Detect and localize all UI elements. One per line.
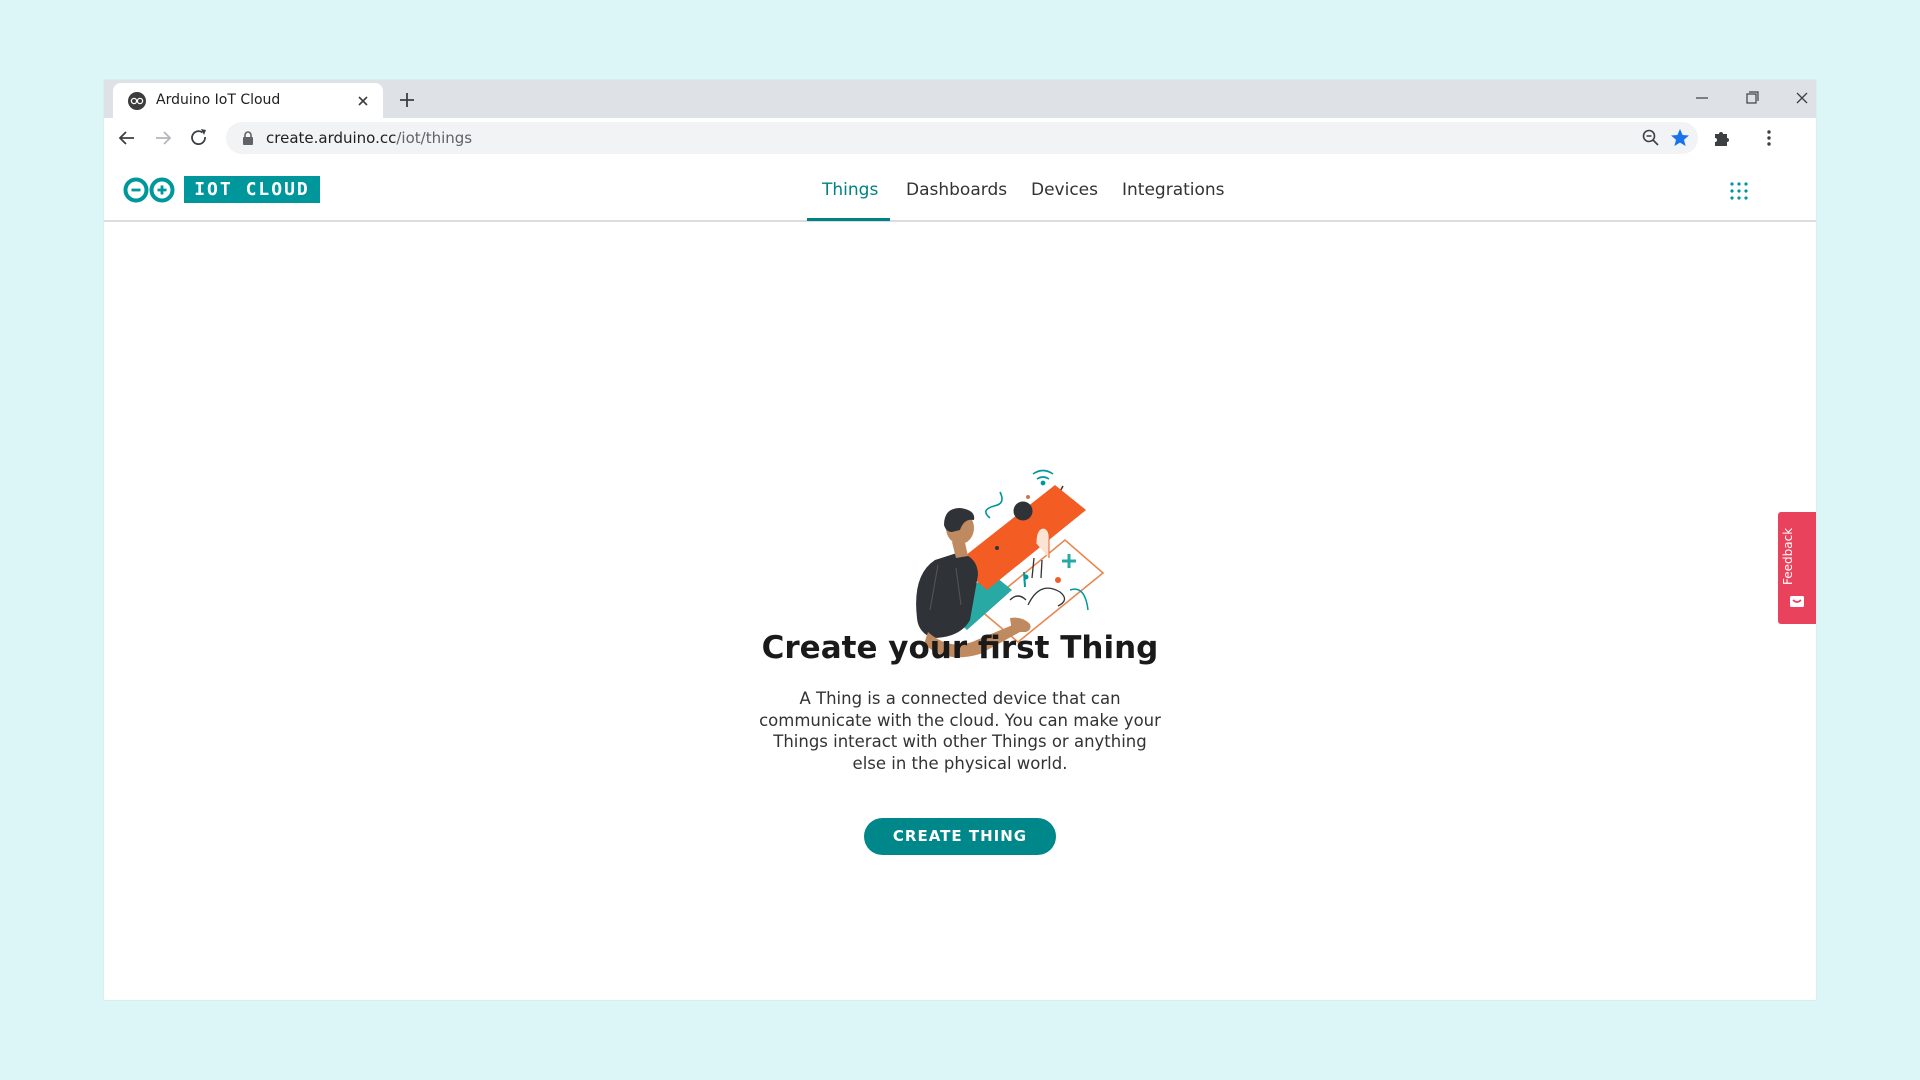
extensions-icon[interactable] [1711, 127, 1733, 149]
reload-icon[interactable] [186, 125, 212, 151]
active-tab-indicator [807, 218, 890, 221]
nav-tab-integrations[interactable]: Integrations [1122, 180, 1225, 200]
empty-state-title: Create your first Thing [761, 630, 1159, 666]
bookmark-star-icon[interactable] [1669, 127, 1691, 149]
browser-menu-icon[interactable] [1758, 127, 1780, 149]
address-bar[interactable]: create.arduino.cc/iot/things [226, 122, 1698, 154]
forward-icon[interactable] [150, 125, 176, 151]
app-header: IOT CLOUD Things Dashboards Devices Inte… [104, 160, 1816, 222]
create-thing-button[interactable]: CREATE THING [864, 818, 1056, 855]
back-icon[interactable] [114, 125, 140, 151]
browser-window: Arduino IoT Cloud create.arduino.cc/iot/… [104, 80, 1816, 1000]
lock-icon [243, 131, 253, 145]
nav-tab-devices[interactable]: Devices [1031, 180, 1098, 200]
feedback-icon [1790, 596, 1804, 607]
new-tab-icon[interactable] [394, 87, 420, 113]
feedback-label: Feedback [1781, 527, 1795, 585]
nav-tab-things[interactable]: Things [822, 180, 878, 200]
tab-title: Arduino IoT Cloud [156, 92, 281, 108]
apps-grid-icon[interactable] [1729, 181, 1749, 201]
tab-strip: Arduino IoT Cloud [104, 80, 1816, 118]
wifi-icon [1032, 469, 1054, 486]
browser-toolbar: create.arduino.cc/iot/things [104, 118, 1816, 158]
empty-state-description: A Thing is a connected device that can c… [759, 689, 1161, 773]
arduino-logo-icon[interactable] [123, 177, 175, 203]
restore-icon[interactable] [1736, 85, 1768, 111]
feedback-tab[interactable]: Feedback [1778, 512, 1816, 624]
minimize-icon[interactable] [1686, 85, 1718, 111]
browser-tab[interactable]: Arduino IoT Cloud [113, 83, 383, 118]
iot-cloud-logo[interactable]: IOT CLOUD [184, 176, 320, 203]
nav-tab-dashboards[interactable]: Dashboards [906, 180, 1007, 200]
arduino-favicon-icon [128, 92, 146, 110]
url-text: create.arduino.cc/iot/things [266, 129, 473, 147]
close-tab-icon[interactable] [352, 90, 374, 112]
zoom-icon[interactable] [1640, 127, 1662, 149]
close-window-icon[interactable] [1786, 85, 1816, 111]
